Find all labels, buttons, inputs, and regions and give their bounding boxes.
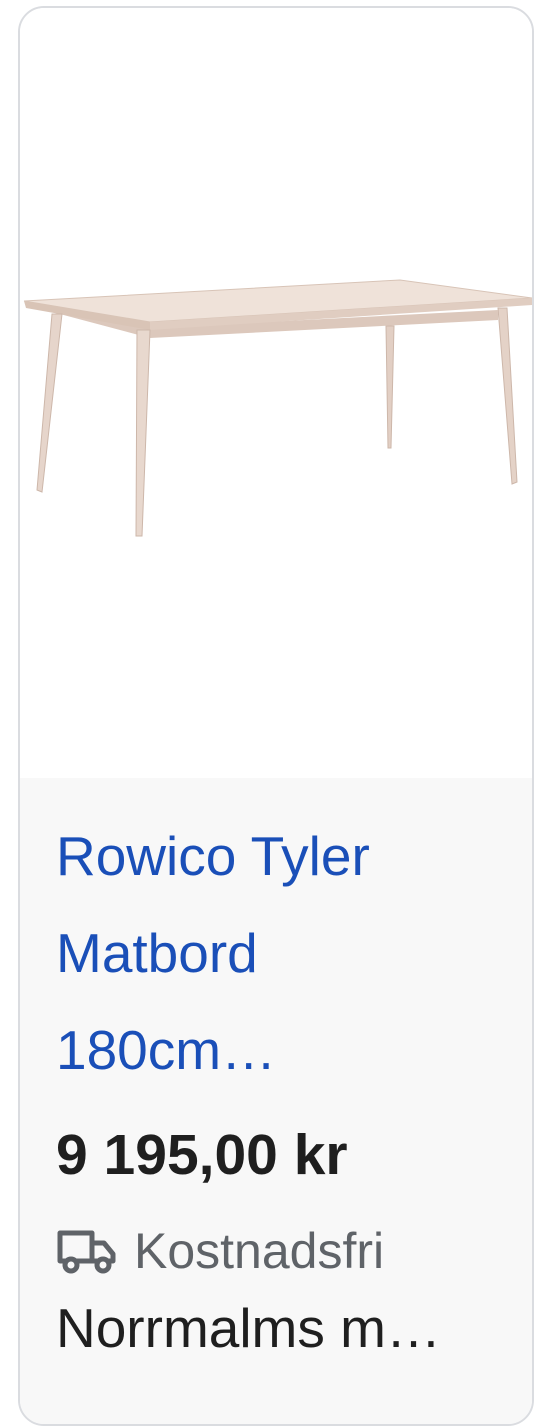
product-title-link[interactable]: Rowico Tyler Matbord 180cm… [56, 808, 496, 1099]
product-title-line[interactable]: 180cm… [56, 1002, 496, 1099]
table-illustration [23, 279, 532, 537]
product-info: Rowico Tyler Matbord 180cm… 9 195,00 kr … [20, 778, 532, 1424]
product-card[interactable]: Rowico Tyler Matbord 180cm… 9 195,00 kr … [18, 6, 534, 1426]
product-title-line[interactable]: Rowico Tyler [56, 808, 496, 905]
product-title-line[interactable]: Matbord [56, 905, 496, 1002]
truck-icon [57, 1230, 116, 1274]
product-image[interactable] [20, 8, 532, 778]
product-price: 9 195,00 kr [56, 1123, 348, 1187]
shipping-info: Kostnadsfri [56, 1216, 384, 1286]
seller-name: Norrmalms m… [56, 1297, 441, 1359]
shipping-label: Kostnadsfri [134, 1223, 385, 1279]
